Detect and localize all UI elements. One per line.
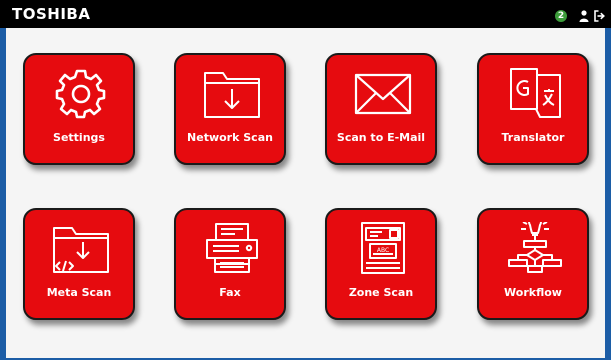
- settings-tile[interactable]: Settings: [23, 53, 135, 165]
- meta-scan-tile[interactable]: Meta Scan: [23, 208, 135, 320]
- svg-text:ABC: ABC: [377, 247, 389, 254]
- scan-to-email-tile[interactable]: Scan to E-Mail: [325, 53, 437, 165]
- zone-document-icon: ABC: [361, 222, 405, 274]
- network-scan-tile[interactable]: Network Scan: [174, 53, 286, 165]
- fax-tile[interactable]: Fax: [174, 208, 286, 320]
- meta-scan-label: Meta Scan: [46, 286, 112, 299]
- gear-icon: [55, 69, 106, 119]
- translator-label: Translator: [501, 131, 565, 144]
- brand-logo: TOSHIBA: [12, 5, 91, 23]
- settings-label: Settings: [53, 131, 105, 144]
- notification-badge[interactable]: 2: [555, 10, 567, 22]
- translator-tile[interactable]: Translator: [477, 53, 589, 165]
- logout-icon[interactable]: [594, 10, 605, 22]
- network-scan-label: Network Scan: [187, 131, 273, 144]
- fax-machine-icon: [206, 223, 258, 273]
- user-icon[interactable]: [579, 10, 589, 22]
- envelope-icon: [354, 73, 412, 115]
- zone-scan-tile[interactable]: ABC Zone Scan: [325, 208, 437, 320]
- translate-icon: [510, 68, 561, 118]
- fax-label: Fax: [219, 286, 241, 299]
- folder-download-icon: [204, 72, 260, 118]
- app-frame: TOSHIBA 2 Settings Network Scan Scan to …: [0, 0, 611, 360]
- workflow-icon: [508, 222, 562, 273]
- folder-code-download-icon: [53, 227, 109, 273]
- home-content: Settings Network Scan Scan to E-Mail Tra…: [6, 28, 605, 358]
- scan-to-email-label: Scan to E-Mail: [336, 131, 426, 144]
- workflow-label: Workflow: [504, 286, 562, 299]
- zone-scan-label: Zone Scan: [348, 286, 414, 299]
- top-bar: TOSHIBA 2: [0, 0, 611, 28]
- workflow-tile[interactable]: Workflow: [477, 208, 589, 320]
